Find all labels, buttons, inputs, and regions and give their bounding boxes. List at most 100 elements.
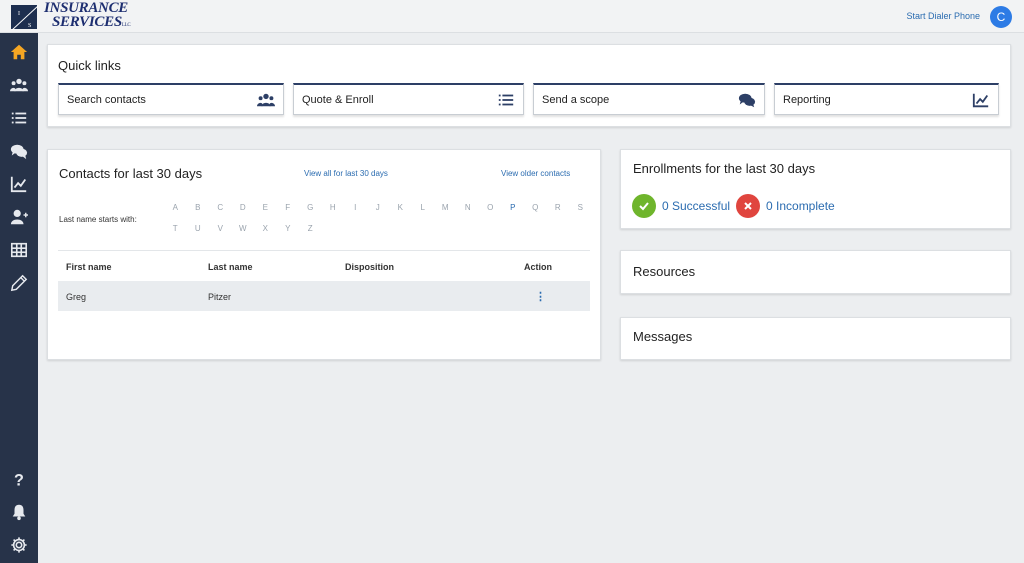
letter-f[interactable]: F xyxy=(277,203,300,212)
sidebar-item-help[interactable]: ? xyxy=(0,464,38,494)
bell-icon xyxy=(12,504,26,521)
letter-w[interactable]: W xyxy=(232,224,255,233)
chart-icon xyxy=(972,93,989,107)
letter-t[interactable]: T xyxy=(164,224,187,233)
view-older-contacts-link[interactable]: View older contacts xyxy=(501,169,570,178)
letter-l[interactable]: L xyxy=(412,203,435,212)
letter-q[interactable]: Q xyxy=(524,203,547,212)
letter-o[interactable]: O xyxy=(479,203,502,212)
send-scope-button[interactable]: Send a scope xyxy=(533,83,765,115)
letter-y[interactable]: Y xyxy=(277,224,300,233)
svg-text:I: I xyxy=(18,11,20,17)
messages-card[interactable]: Messages xyxy=(620,317,1011,360)
letter-filter-row-2: T U V W X Y Z xyxy=(164,224,322,233)
filter-label: Last name starts with: xyxy=(59,215,137,224)
letter-r[interactable]: R xyxy=(547,203,570,212)
chat-icon xyxy=(10,144,28,160)
column-action: Action xyxy=(524,262,552,272)
logo-line-2: SERVICES xyxy=(52,14,122,30)
list-icon xyxy=(11,112,27,124)
logo-suffix: LLC xyxy=(121,23,131,28)
row-first-name: Greg xyxy=(66,292,87,302)
letter-k[interactable]: K xyxy=(389,203,412,212)
search-contacts-button[interactable]: Search contacts xyxy=(58,83,284,115)
letter-i[interactable]: I xyxy=(344,203,367,212)
letter-v[interactable]: V xyxy=(209,224,232,233)
letter-j[interactable]: J xyxy=(367,203,390,212)
letter-n[interactable]: N xyxy=(457,203,480,212)
quick-links-card: Quick links Search contacts Quote & Enro… xyxy=(47,44,1011,127)
list-icon xyxy=(498,94,514,105)
resources-title: Resources xyxy=(633,264,696,279)
successful-count: 0 Successful xyxy=(662,199,731,213)
letter-u[interactable]: U xyxy=(187,224,210,233)
letter-g[interactable]: G xyxy=(299,203,322,212)
svg-text:?: ? xyxy=(14,471,24,488)
sidebar-item-edit[interactable] xyxy=(0,268,38,298)
letter-x[interactable]: X xyxy=(254,224,277,233)
send-scope-label: Send a scope xyxy=(542,93,610,106)
chart-icon xyxy=(10,176,27,193)
gear-icon xyxy=(11,537,27,553)
logo-wordmark[interactable]: INSURANCE SERVICESLLC xyxy=(44,1,131,33)
letter-b[interactable]: B xyxy=(187,203,210,212)
close-icon xyxy=(736,194,760,218)
sidebar-item-add-contact[interactable] xyxy=(0,202,38,232)
sidebar: ? xyxy=(0,33,38,563)
sidebar-item-home[interactable] xyxy=(0,37,38,67)
letter-p[interactable]: P xyxy=(502,203,525,212)
successful-enrollments[interactable]: 0 Successful xyxy=(632,194,730,218)
letter-d[interactable]: D xyxy=(232,203,255,212)
row-action-menu-icon[interactable]: ⋮ xyxy=(535,290,546,303)
enrollments-card: Enrollments for the last 30 days 0 Succe… xyxy=(620,149,1011,229)
sidebar-item-reporting[interactable] xyxy=(0,169,38,199)
sidebar-item-quotes[interactable] xyxy=(0,103,38,133)
pen-icon xyxy=(10,274,28,292)
table-row[interactable]: Greg Pitzer ⋮ xyxy=(58,281,590,311)
messages-title: Messages xyxy=(633,329,693,344)
resources-card[interactable]: Resources xyxy=(620,250,1011,294)
sidebar-item-grid[interactable] xyxy=(0,235,38,265)
check-icon xyxy=(632,194,656,218)
top-bar: I S INSURANCE SERVICESLLC Start Dialer P… xyxy=(0,0,1024,33)
svg-text:S: S xyxy=(28,23,31,29)
contacts-table-header: First name Last name Disposition Action xyxy=(58,250,590,280)
row-last-name: Pitzer xyxy=(208,292,232,302)
enrollments-title: Enrollments for the last 30 days xyxy=(633,161,816,176)
quick-links-title: Quick links xyxy=(58,58,121,73)
users-icon xyxy=(257,93,275,106)
letter-a[interactable]: A xyxy=(164,203,187,212)
sidebar-item-settings[interactable] xyxy=(0,530,38,560)
letter-filter-row-1: A B C D E F G H I J K L M N O P Q R S xyxy=(164,203,592,212)
view-all-30-days-link[interactable]: View all for last 30 days xyxy=(304,169,388,178)
incomplete-enrollments[interactable]: 0 Incomplete xyxy=(736,194,835,218)
table-icon xyxy=(10,242,28,258)
letter-e[interactable]: E xyxy=(254,203,277,212)
add-user-icon xyxy=(10,209,28,225)
column-disposition[interactable]: Disposition xyxy=(345,262,394,272)
logo-mark: I S xyxy=(11,5,38,30)
user-avatar[interactable]: C xyxy=(990,6,1012,28)
letter-m[interactable]: M xyxy=(434,203,457,212)
letter-h[interactable]: H xyxy=(322,203,345,212)
search-contacts-label: Search contacts xyxy=(67,93,146,106)
column-last-name[interactable]: Last name xyxy=(208,262,253,272)
start-dialer-phone-link[interactable]: Start Dialer Phone xyxy=(906,11,980,21)
letter-s[interactable]: S xyxy=(569,203,592,212)
reporting-label: Reporting xyxy=(783,93,831,106)
sidebar-item-notifications[interactable] xyxy=(0,497,38,527)
column-first-name[interactable]: First name xyxy=(66,262,112,272)
sidebar-item-contacts[interactable] xyxy=(0,70,38,100)
letter-z[interactable]: Z xyxy=(299,224,322,233)
help-icon: ? xyxy=(14,471,24,488)
users-icon xyxy=(10,78,28,92)
contacts-title: Contacts for last 30 days xyxy=(59,166,203,181)
letter-c[interactable]: C xyxy=(209,203,232,212)
sidebar-item-scope[interactable] xyxy=(0,136,38,166)
quote-enroll-button[interactable]: Quote & Enroll xyxy=(293,83,524,115)
quote-enroll-label: Quote & Enroll xyxy=(302,93,374,106)
reporting-button[interactable]: Reporting xyxy=(774,83,999,115)
home-icon xyxy=(10,44,28,60)
chat-icon xyxy=(738,93,756,107)
contacts-card: Contacts for last 30 days View all for l… xyxy=(47,149,601,360)
